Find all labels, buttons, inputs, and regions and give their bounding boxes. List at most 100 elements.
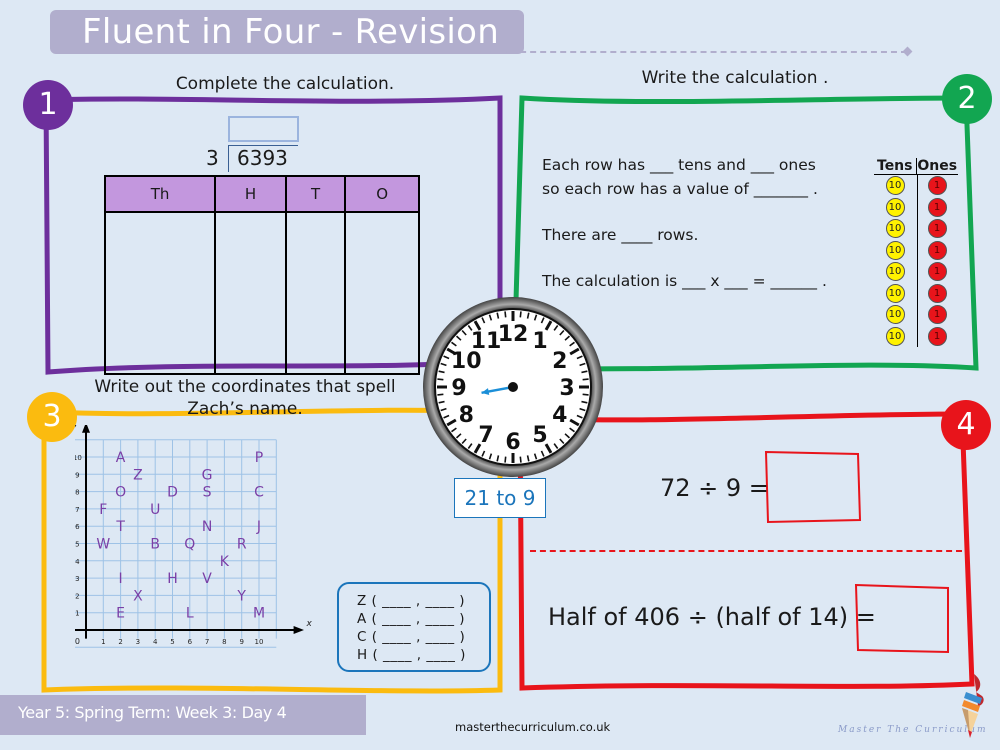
grid-letter-a: A: [116, 450, 126, 466]
q3-instruction-line-1: Write out the coordinates that spell: [94, 377, 396, 397]
column-header-th: Th: [103, 175, 217, 213]
clock-tick: [519, 311, 522, 318]
q2-line-2: so each row has a value of _______ .: [542, 180, 818, 198]
lesson-label: Year 5: Spring Term: Week 3: Day 4: [18, 703, 287, 722]
one-counter: 1: [927, 176, 947, 196]
grid-letter-r: R: [237, 537, 247, 553]
y-tick-label: 4: [75, 558, 80, 566]
title-banner: Fluent in Four - Revision: [50, 10, 524, 54]
grid-letter-t: T: [115, 519, 125, 535]
x-tick-label: 4: [153, 638, 158, 646]
y-axis-arrow-icon: [82, 425, 90, 433]
footer-lesson-banner: Year 5: Spring Term: Week 3: Day 4: [0, 695, 366, 735]
y-axis-label: y: [75, 425, 79, 429]
grid-letter-g: G: [202, 467, 213, 483]
q4-divider: [530, 550, 962, 552]
x-axis-arrow-icon: [293, 626, 304, 634]
pencil-logo-icon: [962, 674, 984, 738]
grid-letter-v: V: [202, 571, 212, 587]
clock-number: 1: [532, 329, 547, 354]
q2-number-badge: 2: [942, 74, 992, 124]
coordinate-grid: y x 0 1 1 2 2 3 3 4 4 5 5 6 6 7 7 8 8 9 9 10 10 A P Z G O D S C F U T N J W B…: [75, 425, 313, 648]
counter-row: 10 1: [874, 326, 958, 348]
cell-t[interactable]: [284, 211, 347, 375]
q1-number-badge: 1: [23, 80, 73, 130]
grid-letter-w: W: [96, 537, 110, 553]
one-counter: 1: [927, 240, 947, 260]
one-counter: 1: [927, 283, 947, 303]
y-tick-label: 7: [75, 506, 79, 514]
q4-number-badge: 4: [941, 400, 991, 450]
clock-tick: [582, 393, 589, 396]
clock-tick: [519, 456, 522, 463]
grid-letter-q: Q: [184, 537, 195, 553]
counter-row: 10 1: [874, 240, 958, 262]
grid-letter-s: S: [203, 485, 212, 501]
clock-number: 7: [478, 423, 493, 448]
q3-instruction-line-2: Zach’s name.: [187, 399, 303, 419]
clock-number: 2: [552, 349, 567, 374]
grid-letter-i: I: [119, 571, 123, 587]
clock-tick: [437, 378, 444, 381]
answer-c[interactable]: C ( ____ , ____ ): [357, 628, 489, 646]
grid-letter-o: O: [115, 485, 126, 501]
grid-letter-e: E: [116, 606, 125, 622]
answer-h[interactable]: H ( ____ , ____ ): [357, 646, 489, 664]
column-header-t: T: [284, 175, 347, 213]
grid-letter-j: J: [256, 519, 261, 535]
clock-number: 12: [498, 322, 529, 347]
x-axis-label: x: [306, 619, 313, 629]
grid-letter-l: L: [186, 606, 194, 622]
x-tick-label: 8: [222, 638, 226, 646]
grid-letter-f: F: [99, 502, 107, 518]
page-title: Fluent in Four - Revision: [82, 12, 500, 52]
answer-a[interactable]: A ( ____ , ____ ): [357, 610, 489, 628]
grid-letter-x: X: [133, 588, 143, 604]
y-tick-label: 1: [75, 610, 79, 618]
cell-o[interactable]: [344, 211, 420, 375]
equation-1: 72 ÷ 9 =: [660, 474, 769, 502]
y-tick-label: 5: [75, 541, 79, 549]
clock-number: 6: [505, 430, 520, 455]
clock-tick: [582, 378, 589, 381]
grid-letter-p: P: [255, 450, 263, 466]
y-tick-label: 8: [75, 489, 79, 497]
grid-letter-c: C: [254, 485, 264, 501]
ten-counter: 10: [885, 283, 905, 303]
clock-number: 5: [532, 423, 547, 448]
clock-tick: [437, 393, 444, 396]
grid-letter-k: K: [220, 554, 230, 570]
grid-letter-m: M: [253, 606, 265, 622]
tens-ones-chart: Tens Ones 10 1 10 1 10 1 10 1 10 1 10 1 10 1 10 1: [874, 158, 958, 347]
counter-row: 10 1: [874, 261, 958, 283]
q2-line-1: Each row has ___ tens and ___ ones: [542, 156, 816, 174]
answer-z[interactable]: Z ( ____ , ____ ): [357, 592, 489, 610]
y-tick-label: 6: [75, 523, 80, 531]
time-label: 21 to 9: [454, 478, 546, 518]
quotient-input[interactable]: [228, 116, 299, 142]
one-counter: 1: [927, 305, 947, 325]
cell-th[interactable]: [103, 211, 217, 375]
ten-counter: 10: [885, 197, 905, 217]
grid-letter-u: U: [150, 502, 160, 518]
ten-counter: 10: [885, 219, 905, 239]
footer-url[interactable]: masterthecurriculum.co.uk: [455, 720, 610, 734]
counter-row: 10 1: [874, 197, 958, 219]
counter-row: 10 1: [874, 218, 958, 240]
grid-letter-y: Y: [236, 588, 246, 604]
ten-counter: 10: [885, 326, 905, 346]
grid-letter-n: N: [202, 519, 212, 535]
one-counter: 1: [927, 262, 947, 282]
one-counter: 1: [927, 326, 947, 346]
grid-letter-h: H: [167, 571, 178, 587]
grid-letter-d: D: [167, 485, 178, 501]
ten-counter: 10: [885, 176, 905, 196]
y-tick-label: 2: [75, 592, 79, 600]
one-counter: 1: [927, 219, 947, 239]
cell-h[interactable]: [214, 211, 287, 375]
coordinates-answer-box: Z ( ____ , ____ ) A ( ____ , ____ ) C ( …: [337, 582, 491, 672]
q2-line-3: There are ____ rows.: [542, 226, 699, 244]
x-tick-label: 6: [188, 638, 193, 646]
column-header-o: O: [344, 175, 420, 213]
q1-instruction: Complete the calculation.: [175, 74, 395, 94]
